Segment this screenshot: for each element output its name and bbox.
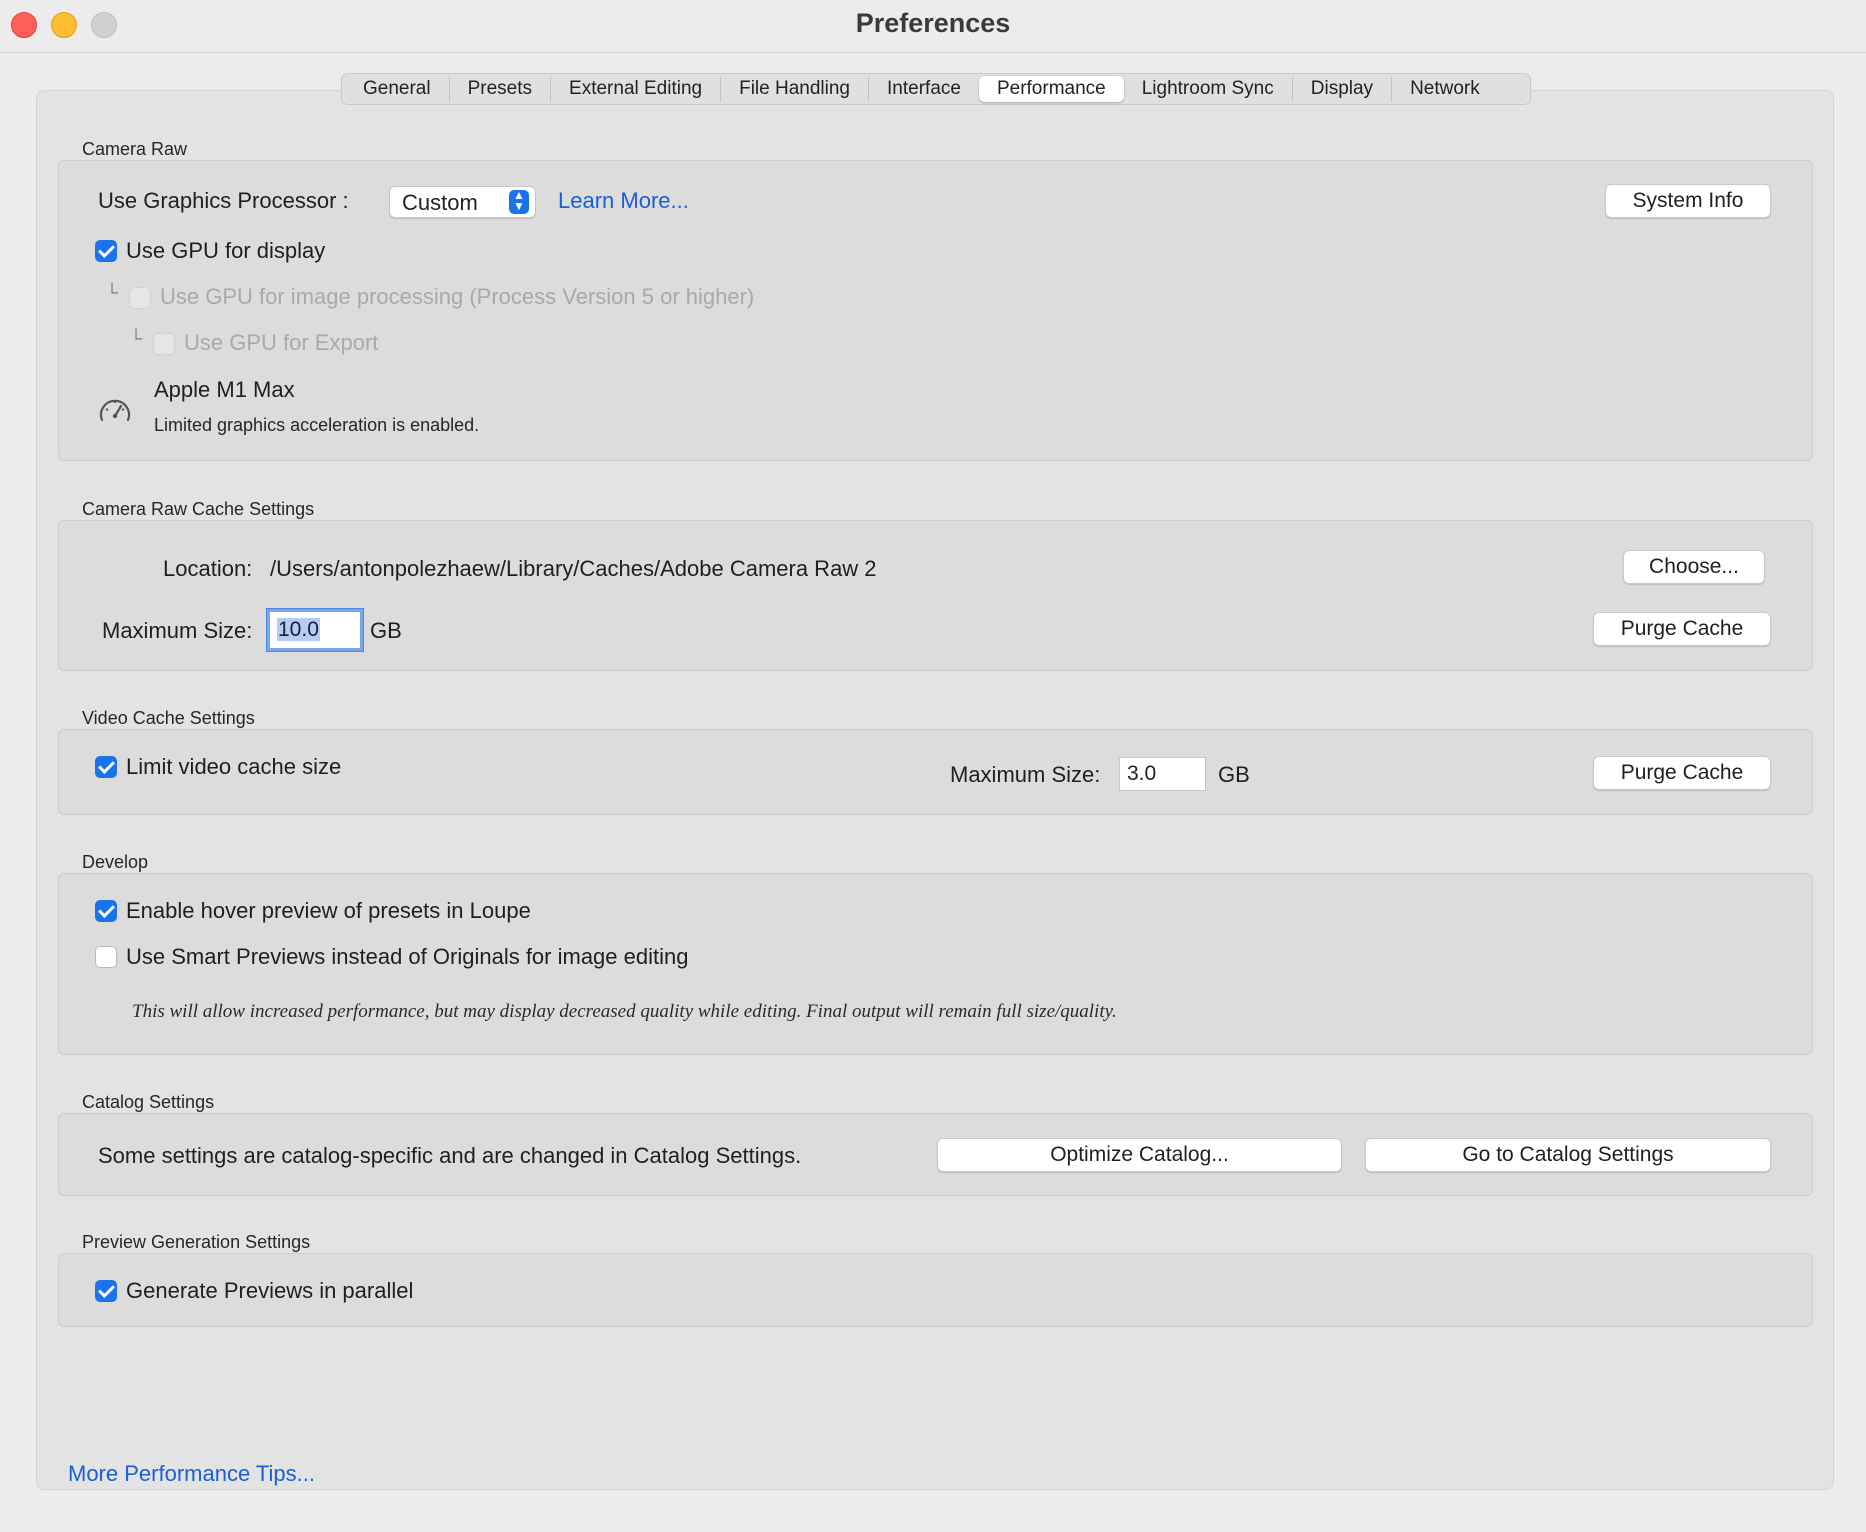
gpu-select-value: Custom <box>402 190 478 215</box>
camera-raw-section-label: Camera Raw <box>82 139 188 159</box>
tab-display[interactable]: Display <box>1291 76 1391 102</box>
purge-video-cache-button[interactable]: Purge Cache <box>1593 756 1771 790</box>
learn-more-link[interactable]: Learn More... <box>558 188 689 214</box>
use-gpu-processing-checkbox[interactable] <box>129 287 151 309</box>
choose-location-button[interactable]: Choose... <box>1623 550 1765 584</box>
gpu-name: Apple M1 Max <box>154 377 295 402</box>
tree-connector-icon: └ <box>130 329 143 348</box>
purge-camera-raw-cache-button[interactable]: Purge Cache <box>1593 612 1771 646</box>
parallel-previews-label: Generate Previews in parallel <box>126 1278 414 1303</box>
use-gpu-display-checkbox[interactable] <box>95 240 117 262</box>
gpu-select-label: Use Graphics Processor : <box>98 188 349 213</box>
use-gpu-processing-label: Use GPU for image processing (Process Ve… <box>160 284 755 309</box>
smart-previews-checkbox[interactable] <box>95 946 117 968</box>
cache-location-path: /Users/antonpolezhaew/Library/Caches/Ado… <box>270 556 877 581</box>
develop-section-label: Develop <box>82 852 149 872</box>
cache-max-size-unit: GB <box>370 618 402 643</box>
limit-video-cache-checkbox[interactable] <box>95 756 117 778</box>
video-max-size-input[interactable]: 3.0 <box>1119 757 1206 791</box>
cache-max-size-input[interactable]: 10.0 <box>267 609 363 651</box>
use-gpu-export-label: Use GPU for Export <box>184 330 379 355</box>
tab-bar: General Presets External Editing File Ha… <box>341 73 1531 105</box>
gpu-status: Limited graphics acceleration is enabled… <box>154 415 480 435</box>
tab-interface[interactable]: Interface <box>868 76 979 102</box>
tree-connector-icon: └ <box>106 283 119 302</box>
cache-location-label: Location: <box>163 556 253 581</box>
tab-network[interactable]: Network <box>1391 76 1498 102</box>
system-info-button[interactable]: System Info <box>1605 184 1771 218</box>
parallel-previews-checkbox[interactable] <box>95 1280 117 1302</box>
tab-general[interactable]: General <box>345 76 449 102</box>
more-performance-tips-link[interactable]: More Performance Tips... <box>68 1461 315 1487</box>
catalog-section-label: Catalog Settings <box>82 1092 215 1112</box>
go-to-catalog-settings-button[interactable]: Go to Catalog Settings <box>1365 1138 1771 1172</box>
use-gpu-display-label: Use GPU for display <box>126 238 326 263</box>
tab-presets[interactable]: Presets <box>448 76 550 102</box>
smart-previews-note: This will allow increased performance, b… <box>132 1001 1117 1022</box>
chevron-up-down-icon: ▲ ▼ <box>509 189 529 214</box>
optimize-catalog-button[interactable]: Optimize Catalog... <box>937 1138 1342 1172</box>
tab-lightroom-sync[interactable]: Lightroom Sync <box>1124 76 1292 102</box>
video-max-size-unit: GB <box>1218 762 1250 787</box>
cache-max-size-value: 10.0 <box>277 618 320 641</box>
hover-preview-label: Enable hover preview of presets in Loupe <box>126 898 531 923</box>
speedometer-icon <box>97 392 133 428</box>
smart-previews-label: Use Smart Previews instead of Originals … <box>126 944 689 969</box>
video-max-size-label: Maximum Size: <box>950 762 1101 787</box>
tab-performance[interactable]: Performance <box>978 76 1124 102</box>
window-title: Preferences <box>855 8 1011 38</box>
camera-raw-cache-section-label: Camera Raw Cache Settings <box>82 499 315 519</box>
tab-external-editing[interactable]: External Editing <box>550 76 720 102</box>
limit-video-cache-label: Limit video cache size <box>126 754 342 779</box>
gpu-select[interactable]: Custom ▲ ▼ <box>389 186 536 218</box>
video-cache-section-label: Video Cache Settings <box>82 708 255 728</box>
catalog-description: Some settings are catalog-specific and a… <box>98 1143 802 1168</box>
preview-generation-section-label: Preview Generation Settings <box>82 1232 311 1252</box>
cache-max-size-label: Maximum Size: <box>102 618 253 643</box>
use-gpu-export-checkbox[interactable] <box>153 333 175 355</box>
tab-file-handling[interactable]: File Handling <box>720 76 868 102</box>
hover-preview-checkbox[interactable] <box>95 900 117 922</box>
